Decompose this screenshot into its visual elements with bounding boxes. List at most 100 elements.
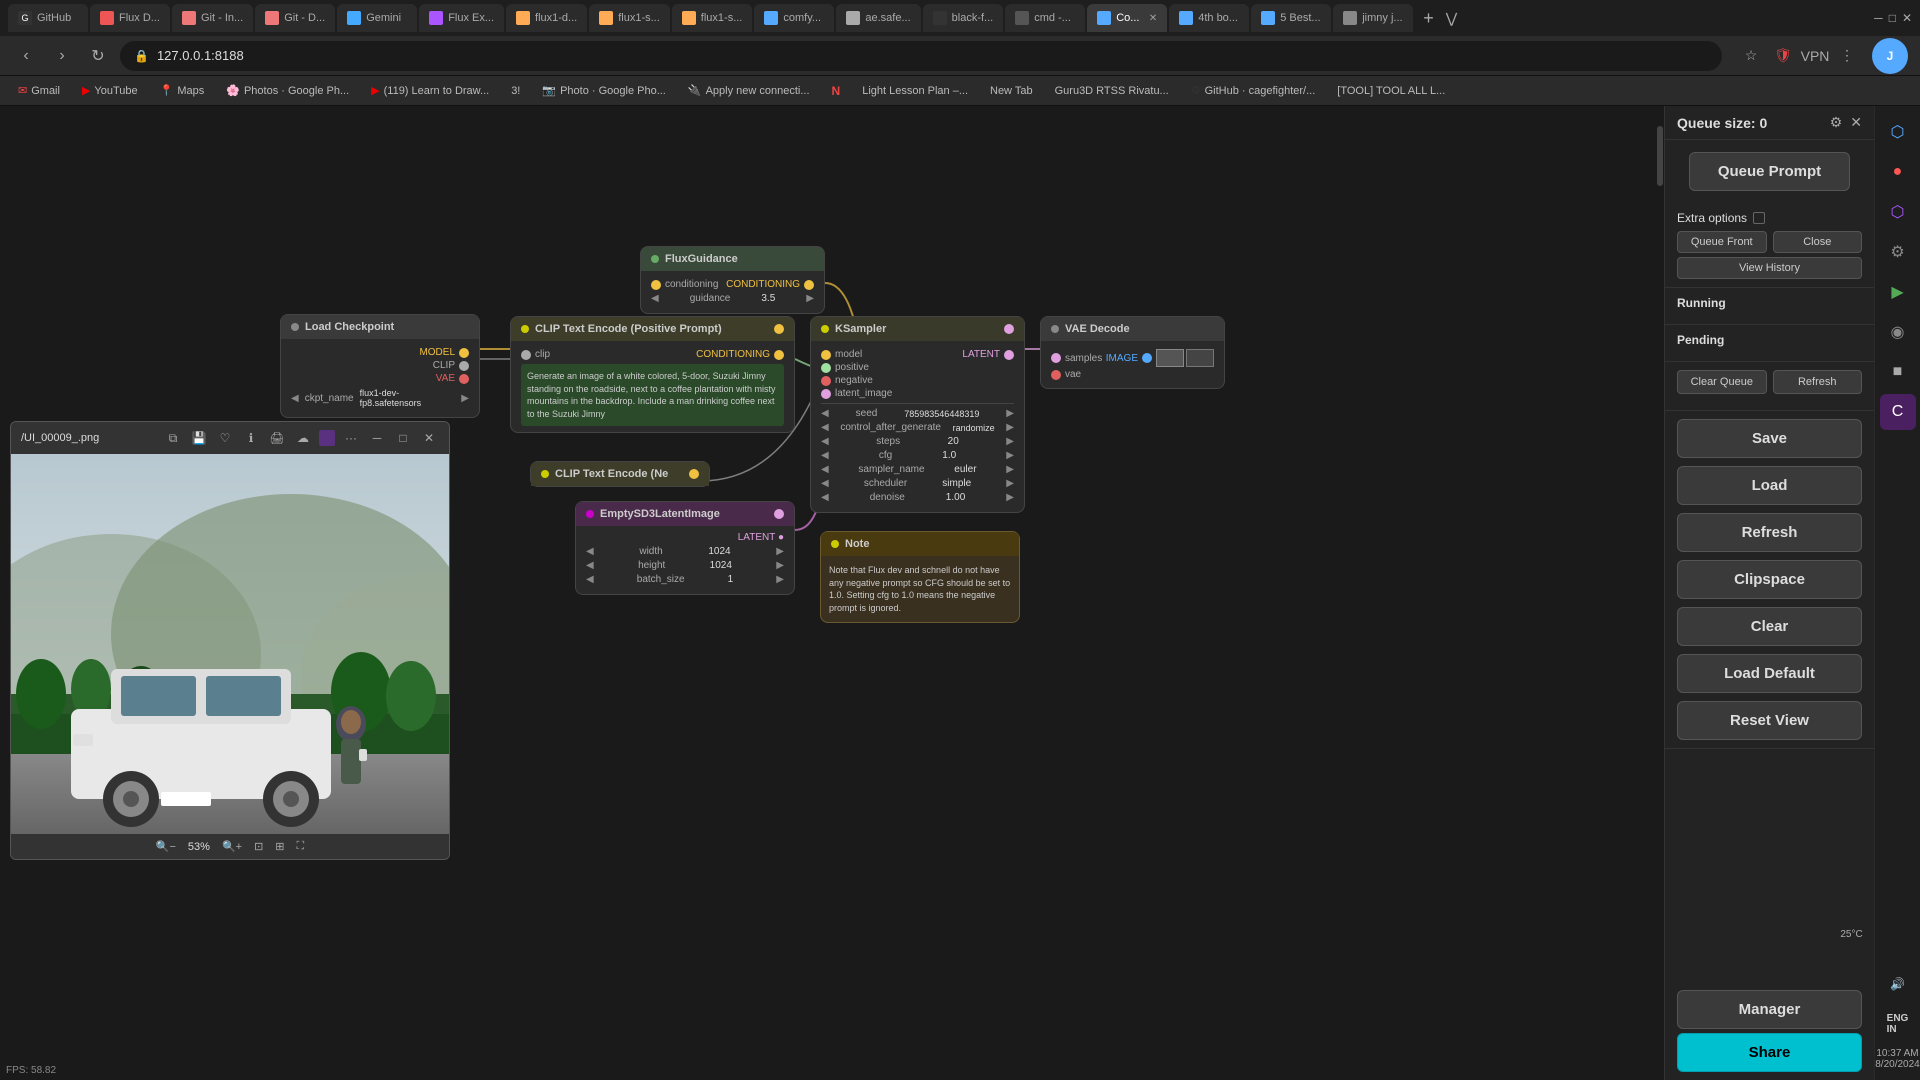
load-btn[interactable]: Load bbox=[1677, 466, 1862, 505]
rs-icon-5[interactable]: ▶ bbox=[1880, 274, 1916, 310]
bookmark-maps[interactable]: 📍 Maps bbox=[152, 82, 213, 99]
node-load-checkpoint[interactable]: Load Checkpoint MODEL CLIP VAE ◀ ckpt_na bbox=[280, 314, 480, 418]
control-dec[interactable]: ◀ bbox=[821, 422, 829, 433]
queue-prompt-btn[interactable]: Queue Prompt bbox=[1689, 152, 1850, 191]
iv-minimize-btn[interactable]: ─ bbox=[367, 428, 387, 448]
vpn-btn[interactable]: VPN bbox=[1802, 43, 1828, 69]
tab-flux1s[interactable]: flux1-s... bbox=[589, 4, 670, 32]
node-note[interactable]: Note Note that Flux dev and schnell do n… bbox=[820, 531, 1020, 623]
bookmark-newtab[interactable]: New Tab bbox=[982, 83, 1041, 99]
tab-flux1d[interactable]: flux1-d... bbox=[506, 4, 587, 32]
tab-aesafe[interactable]: ae.safe... bbox=[836, 4, 920, 32]
rs-lang-btn[interactable]: ENGIN bbox=[1880, 1006, 1916, 1042]
width-inc[interactable]: ▶ bbox=[776, 546, 784, 557]
rs-icon-7[interactable]: ■ bbox=[1880, 354, 1916, 390]
iv-copy-btn[interactable]: ⧉ bbox=[163, 428, 183, 448]
extra-options-checkbox[interactable] bbox=[1753, 212, 1765, 224]
rs-icon-3[interactable]: ⬡ bbox=[1880, 194, 1916, 230]
bookmark-3[interactable]: 3! bbox=[503, 83, 528, 99]
back-btn[interactable]: ‹ bbox=[12, 42, 40, 70]
fit-btn[interactable]: ⊡ bbox=[254, 840, 263, 853]
tab-jimny[interactable]: jimny j... bbox=[1333, 4, 1413, 32]
zoom-in-btn[interactable]: 🔍+ bbox=[222, 840, 242, 853]
batch-inc[interactable]: ▶ bbox=[776, 574, 784, 585]
guidance-inc-btn[interactable]: ▶ bbox=[806, 293, 814, 304]
rs-icon-8[interactable]: C bbox=[1880, 394, 1916, 430]
reload-btn[interactable]: ↻ bbox=[84, 42, 112, 70]
tab-git-in[interactable]: Git - In... bbox=[172, 4, 253, 32]
iv-color-btn[interactable] bbox=[319, 430, 335, 446]
zoom-out-btn[interactable]: 🔍− bbox=[156, 840, 176, 853]
tab-5best[interactable]: 5 Best... bbox=[1251, 4, 1331, 32]
queue-front-btn[interactable]: Queue Front bbox=[1677, 231, 1767, 253]
bookmark-photos[interactable]: 🌸 Photos · Google Ph... bbox=[218, 82, 357, 99]
bookmark-tool[interactable]: [TOOL] TOOL ALL L... bbox=[1329, 83, 1453, 99]
refresh-queue-btn[interactable]: Refresh bbox=[1773, 370, 1863, 394]
extensions-btn[interactable]: 🛡 bbox=[1770, 43, 1796, 69]
tab-list-btn[interactable]: ⋁ bbox=[1442, 10, 1461, 27]
rs-icon-6[interactable]: ◉ bbox=[1880, 314, 1916, 350]
tab-github[interactable]: G GitHub bbox=[8, 4, 88, 32]
view-history-btn[interactable]: View History bbox=[1677, 257, 1862, 279]
bookmark-github-cage[interactable]: ⚙ GitHub · cagefighter/... bbox=[1183, 82, 1324, 99]
bookmark-light[interactable]: Light Lesson Plan –... bbox=[854, 83, 976, 99]
tab-blackf[interactable]: black-f... bbox=[923, 4, 1004, 32]
bookmark-learn-draw[interactable]: ▶ (119) Learn to Draw... bbox=[363, 82, 497, 99]
iv-close-btn[interactable]: ✕ bbox=[419, 428, 439, 448]
seed-inc[interactable]: ▶ bbox=[1006, 408, 1014, 419]
seed-dec[interactable]: ◀ bbox=[821, 408, 829, 419]
sampler-inc[interactable]: ▶ bbox=[1006, 464, 1014, 475]
scrollbar-thumb[interactable] bbox=[1657, 126, 1663, 186]
clear-btn[interactable]: Clear bbox=[1677, 607, 1862, 646]
tab-flux-dc[interactable]: Flux D... bbox=[90, 4, 170, 32]
guidance-dec-btn[interactable]: ◀ bbox=[651, 293, 659, 304]
node-clip-text-pos[interactable]: CLIP Text Encode (Positive Prompt) clip … bbox=[510, 316, 795, 433]
canvas-area[interactable]: FluxGuidance conditioning CONDITIONING ◀… bbox=[0, 106, 1664, 1080]
cfg-inc[interactable]: ▶ bbox=[1006, 450, 1014, 461]
height-inc[interactable]: ▶ bbox=[776, 560, 784, 571]
tab-flux-ex[interactable]: Flux Ex... bbox=[419, 4, 504, 32]
settings-icon[interactable]: ⚙ bbox=[1830, 114, 1843, 131]
node-ksampler[interactable]: KSampler model LATENT positive negative bbox=[810, 316, 1025, 513]
bookmark-netflix[interactable]: N bbox=[824, 82, 849, 100]
iv-save-btn[interactable]: 💾 bbox=[189, 428, 209, 448]
refresh-main-btn[interactable]: Refresh bbox=[1677, 513, 1862, 552]
node-vae-decode[interactable]: VAE Decode samples IMAGE vae bbox=[1040, 316, 1225, 389]
forward-btn[interactable]: › bbox=[48, 42, 76, 70]
iv-cloud-btn[interactable]: ☁ bbox=[293, 428, 313, 448]
denoise-dec[interactable]: ◀ bbox=[821, 492, 829, 503]
tab-flux1b[interactable]: flux1-s... bbox=[672, 4, 753, 32]
tab-git-da[interactable]: Git - D... bbox=[255, 4, 335, 32]
fullscreen-btn[interactable]: ⛶ bbox=[297, 840, 305, 853]
canvas-scrollbar[interactable] bbox=[1656, 106, 1664, 1080]
manager-btn[interactable]: Manager bbox=[1677, 990, 1862, 1029]
iv-more-btn[interactable]: ··· bbox=[341, 428, 361, 448]
batch-dec[interactable]: ◀ bbox=[586, 574, 594, 585]
control-inc[interactable]: ▶ bbox=[1006, 422, 1014, 433]
scheduler-dec[interactable]: ◀ bbox=[821, 478, 829, 489]
close-btn-extra[interactable]: Close bbox=[1773, 231, 1863, 253]
node-clip-text-neg[interactable]: CLIP Text Encode (Ne bbox=[530, 461, 710, 487]
menu-btn[interactable]: ⋮ bbox=[1834, 43, 1860, 69]
tab-4thbo[interactable]: 4th bo... bbox=[1169, 4, 1249, 32]
clipspace-btn[interactable]: Clipspace bbox=[1677, 560, 1862, 599]
node-empty-latent[interactable]: EmptySD3LatentImage LATENT ● ◀ width 102… bbox=[575, 501, 795, 595]
ckpt-dec-btn[interactable]: ◀ bbox=[291, 393, 299, 404]
bookmark-apply[interactable]: 🔌 Apply new connecti... bbox=[680, 82, 818, 99]
clear-queue-btn[interactable]: Clear Queue bbox=[1677, 370, 1767, 394]
tab-gemini[interactable]: Gemini bbox=[337, 4, 417, 32]
bookmark-gmail[interactable]: ✉ Gmail bbox=[10, 82, 68, 99]
clip-text-pos-textarea[interactable]: Generate an image of a white colored, 5-… bbox=[521, 364, 784, 426]
tab-co-active[interactable]: Co... ✕ bbox=[1087, 4, 1167, 32]
share-btn[interactable]: Share bbox=[1677, 1033, 1862, 1072]
iv-heart-btn[interactable]: ♡ bbox=[215, 428, 235, 448]
sampler-dec[interactable]: ◀ bbox=[821, 464, 829, 475]
iv-expand-btn[interactable]: □ bbox=[393, 428, 413, 448]
new-tab-btn[interactable]: + bbox=[1419, 8, 1438, 29]
bookmark-guru3d[interactable]: Guru3D RTSS Rivatu... bbox=[1047, 83, 1177, 99]
rs-icon-9[interactable]: 🔊 bbox=[1880, 966, 1916, 1002]
close-btn[interactable]: ✕ bbox=[1902, 11, 1912, 25]
reset-view-btn[interactable]: Reset View bbox=[1677, 701, 1862, 740]
rs-icon-2[interactable]: ● bbox=[1880, 154, 1916, 190]
bookmark-youtube[interactable]: ▶ YouTube bbox=[74, 82, 146, 99]
